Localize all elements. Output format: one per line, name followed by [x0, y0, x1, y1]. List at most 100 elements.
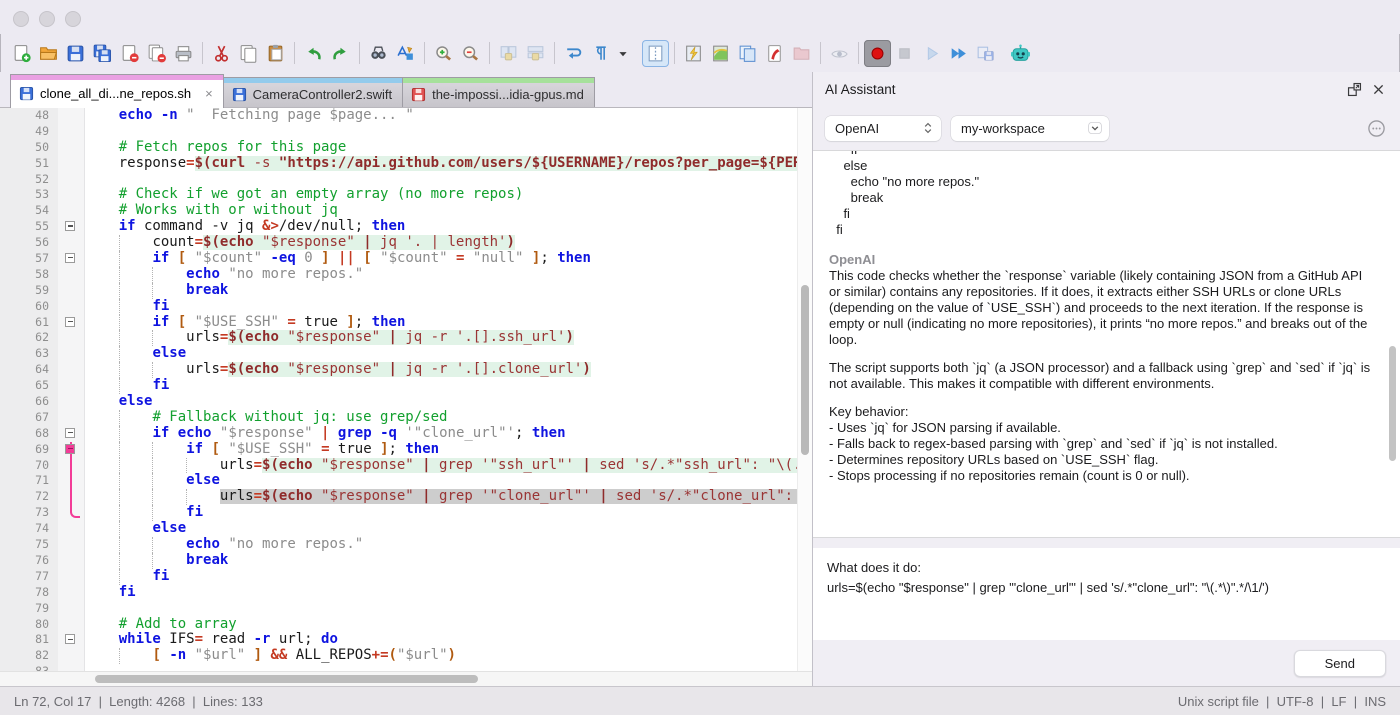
macro-record-icon[interactable] [864, 40, 891, 67]
chat-scroll-thumb[interactable] [1389, 346, 1396, 461]
status-left: Ln 72, Col 17 | Length: 4268 | Lines: 13… [14, 694, 263, 709]
code-line-58: 58 echo "no more repos." [0, 267, 812, 283]
document-map-icon[interactable] [680, 40, 707, 67]
panel-float-icon[interactable] [1342, 77, 1366, 101]
line-number: 57 [0, 251, 58, 267]
function-list-icon[interactable] [707, 40, 734, 67]
line-number: 72 [0, 489, 58, 505]
close-all-icon[interactable] [143, 40, 170, 67]
fold-marker[interactable] [65, 428, 75, 438]
panel-close-icon[interactable] [1366, 77, 1390, 101]
fold-margin [58, 108, 85, 124]
word-wrap-icon[interactable] [560, 40, 587, 67]
show-all-characters-icon[interactable] [587, 40, 614, 67]
fold-margin [58, 267, 85, 283]
toolbar [0, 34, 1400, 72]
undo-icon[interactable] [300, 40, 327, 67]
redo-icon[interactable] [327, 40, 354, 67]
print-icon[interactable] [170, 40, 197, 67]
code-text: urls=$(echo "$response" | jq -r '.[].ssh… [85, 330, 812, 346]
new-file-icon[interactable] [8, 40, 35, 67]
folder-as-workspace-icon[interactable] [788, 40, 815, 67]
fold-margin [58, 140, 85, 156]
sync-vertical-icon[interactable] [495, 40, 522, 67]
sync-horizontal-icon[interactable] [522, 40, 549, 67]
indent-guide-line [152, 458, 153, 474]
save-all-icon[interactable] [89, 40, 116, 67]
tab-3[interactable]: the-impossi...idia-gpus.md [402, 81, 595, 107]
line-number: 69 [0, 442, 58, 458]
indent-guide-icon[interactable] [642, 40, 669, 67]
fold-marker[interactable] [65, 444, 75, 454]
prompt-line-1: What does it do: [827, 558, 1386, 578]
tab-close-icon[interactable]: × [205, 86, 213, 101]
line-number: 61 [0, 315, 58, 331]
indent-guide-line [119, 362, 120, 378]
fold-marker[interactable] [65, 634, 75, 644]
fold-marker[interactable] [65, 221, 75, 231]
editor-vscroll-thumb[interactable] [801, 285, 809, 455]
close-file-icon[interactable] [116, 40, 143, 67]
code-line-61: 61 if [ "$USE_SSH" = true ]; then [0, 315, 812, 331]
macro-run-multiple-icon[interactable] [945, 40, 972, 67]
macro-play-icon[interactable] [918, 40, 945, 67]
document-panel-icon[interactable] [761, 40, 788, 67]
fold-margin [58, 632, 85, 648]
status-item: UTF-8 [1277, 694, 1314, 709]
send-button[interactable]: Send [1294, 650, 1386, 677]
workspace-select[interactable]: my-workspace [951, 116, 1109, 141]
ai-robot-icon[interactable] [1007, 40, 1034, 67]
macro-stop-icon[interactable] [891, 40, 918, 67]
document-switcher-icon[interactable] [734, 40, 761, 67]
code-text: urls=$(echo "$response" | grep '"clone_u… [85, 489, 812, 505]
zoom-in-icon[interactable] [430, 40, 457, 67]
chevron-down-icon [1087, 120, 1103, 136]
caret-down-icon[interactable] [614, 40, 632, 67]
ai-response-code: break [829, 190, 1374, 206]
indent-guide-line [152, 330, 153, 346]
tab-accent-strip [402, 77, 595, 83]
zoom-out-icon[interactable] [457, 40, 484, 67]
traffic-light-zoom[interactable] [65, 11, 81, 27]
fold-margin [58, 489, 85, 505]
more-options-icon[interactable] [1364, 116, 1388, 140]
indent-guide-line [152, 489, 153, 505]
traffic-light-minimize[interactable] [39, 11, 55, 27]
indent-guide-line [119, 442, 120, 458]
tab-2[interactable]: CameraController2.swift [223, 81, 403, 107]
code-text: else [85, 521, 812, 537]
file-monitoring-icon[interactable] [826, 40, 853, 67]
fold-marker[interactable] [65, 317, 75, 327]
model-select-value: OpenAI [835, 121, 907, 136]
saved-file-icon [232, 87, 247, 102]
open-folder-icon[interactable] [35, 40, 62, 67]
ai-response-area[interactable]: fi else echo "no more repos." break fi f… [813, 150, 1400, 538]
code-text [85, 124, 812, 140]
find-icon[interactable] [365, 40, 392, 67]
fold-marker[interactable] [65, 253, 75, 263]
fold-margin [58, 601, 85, 617]
indent-guide-line [186, 458, 187, 474]
ai-response-li: - Falls back to regex-based parsing with… [829, 436, 1374, 452]
macro-save-icon[interactable] [972, 40, 999, 67]
copy-icon[interactable] [235, 40, 262, 67]
prompt-line-2: urls=$(echo "$response" | grep '"clone_u… [827, 578, 1386, 598]
line-number: 51 [0, 156, 58, 172]
save-file-icon[interactable] [62, 40, 89, 67]
replace-icon[interactable] [392, 40, 419, 67]
code-line-60: 60 fi [0, 299, 812, 315]
ai-response-content: fi else echo "no more repos." break fi f… [829, 150, 1374, 484]
toolbar-separator [674, 42, 675, 64]
prompt-input[interactable]: What does it do: urls=$(echo "$response"… [813, 548, 1400, 640]
cut-icon[interactable] [208, 40, 235, 67]
model-select[interactable]: OpenAI [825, 116, 941, 141]
paste-icon[interactable] [262, 40, 289, 67]
tab-1[interactable]: clone_all_di...ne_repos.sh× [10, 78, 224, 108]
indent-guide-line [119, 521, 120, 537]
ai-response-p: Key behavior: [829, 404, 1374, 420]
code-line-69: 69 if [ "$USE_SSH" = true ]; then [0, 442, 812, 458]
code-editor[interactable]: 48 echo -n " Fetching page $page... "495… [0, 108, 812, 686]
fold-margin [58, 330, 85, 346]
traffic-light-close[interactable] [13, 11, 29, 27]
editor-hscroll-thumb[interactable] [95, 675, 478, 683]
